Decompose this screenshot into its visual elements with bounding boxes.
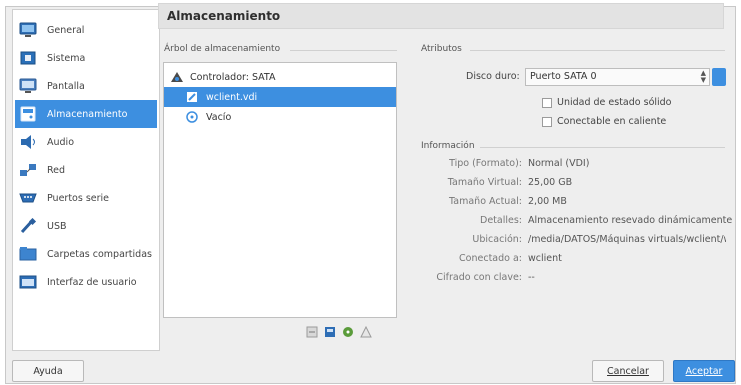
sidebar-item-interfaz-de-usuario[interactable]: Interfaz de usuario xyxy=(15,268,157,296)
disk-port-select[interactable]: Puerto SATA 0 ▲ ▼ xyxy=(525,68,710,86)
optical-disc-icon xyxy=(186,111,200,123)
sidebar-item-general[interactable]: General xyxy=(15,16,157,44)
info-key-actual-size: Tamaño Actual: xyxy=(449,196,522,207)
sidebar-item-sistema[interactable]: Sistema xyxy=(15,44,157,72)
remove-attachment-icon[interactable] xyxy=(305,325,319,339)
hard-disk-icon xyxy=(186,91,200,103)
page-header: Almacenamiento xyxy=(158,3,724,29)
info-key-location: Ubicación: xyxy=(472,234,522,245)
sidebar-item-puertos-serie[interactable]: Puertos serie xyxy=(15,184,157,212)
remove-controller-icon[interactable] xyxy=(359,325,373,339)
choose-disk-icon[interactable] xyxy=(712,68,726,86)
storage-tree[interactable]: Controlador: SATA wclient.vdi Vacío xyxy=(163,62,397,318)
add-optical-drive-icon[interactable] xyxy=(341,325,355,339)
hotplug-checkbox[interactable] xyxy=(542,117,552,127)
tree-item-label: Vacío xyxy=(206,111,232,123)
info-key-type: Tipo (Formato): xyxy=(449,158,522,169)
disk-port-value: Puerto SATA 0 xyxy=(530,71,597,82)
sidebar-item-carpetas-compartidas[interactable]: Carpetas compartidas xyxy=(15,240,157,268)
info-key-encryption: Cifrado con clave: xyxy=(436,272,522,283)
sidebar-item-label: USB xyxy=(47,220,67,232)
sidebar-item-audio[interactable]: Audio xyxy=(15,128,157,156)
tree-item-wclient-vdi[interactable]: wclient.vdi xyxy=(164,87,396,107)
sidebar-item-almacenamiento[interactable]: Almacenamiento xyxy=(15,100,157,128)
info-key-attached-to: Conectado a: xyxy=(459,253,522,264)
info-value-location: /media/DATOS/Máquinas virtuals/wclient/w… xyxy=(528,234,726,245)
cancel-button[interactable]: Cancelar xyxy=(592,360,664,382)
chip-icon xyxy=(19,49,37,67)
page-title: Almacenamiento xyxy=(167,9,281,23)
storage-tree-title: Árbol de almacenamiento xyxy=(164,44,281,54)
sidebar-item-label: General xyxy=(47,24,85,36)
tree-item-vacio[interactable]: Vacío xyxy=(164,107,396,127)
sidebar-item-red[interactable]: Red xyxy=(15,156,157,184)
sidebar-item-label: Carpetas compartidas xyxy=(47,248,152,260)
settings-sidebar: General Sistema Pantalla Almacenamiento … xyxy=(12,9,160,351)
spin-arrows-icon: ▲ ▼ xyxy=(700,69,706,84)
sidebar-item-usb[interactable]: USB xyxy=(15,212,157,240)
ssd-label: Unidad de estado sólido xyxy=(557,97,672,108)
display-icon xyxy=(19,77,37,95)
serial-port-icon xyxy=(19,189,37,207)
cancel-button-label: Cancelar xyxy=(607,365,649,377)
info-value-encryption: -- xyxy=(528,272,535,283)
storage-icon xyxy=(19,105,37,123)
info-value-type: Normal (VDI) xyxy=(528,158,590,169)
sidebar-item-label: Puertos serie xyxy=(47,192,110,204)
accept-button-label: Aceptar xyxy=(685,365,723,377)
help-button-label: Ayuda xyxy=(33,365,63,377)
divider xyxy=(470,50,725,51)
add-hard-disk-icon[interactable] xyxy=(323,325,337,339)
controller-icon xyxy=(170,71,184,83)
usb-icon xyxy=(19,217,37,235)
help-button[interactable]: Ayuda xyxy=(12,360,84,382)
user-interface-icon xyxy=(19,273,37,291)
info-value-attached-to: wclient xyxy=(528,253,562,264)
sidebar-item-label: Red xyxy=(47,164,66,176)
disk-label: Disco duro: xyxy=(466,71,520,82)
ssd-checkbox[interactable] xyxy=(542,98,552,108)
sidebar-item-label: Almacenamiento xyxy=(47,108,128,120)
info-value-details: Almacenamiento resevado dinámicamente xyxy=(528,215,733,226)
accept-button[interactable]: Aceptar xyxy=(673,360,735,382)
tree-item-label: wclient.vdi xyxy=(206,91,258,103)
divider xyxy=(480,147,725,148)
attributes-title: Atributos xyxy=(421,44,462,54)
tree-controller-label: Controlador: SATA xyxy=(190,71,276,83)
sidebar-item-label: Audio xyxy=(47,136,75,148)
sidebar-item-label: Pantalla xyxy=(47,80,85,92)
divider xyxy=(290,50,397,51)
sidebar-item-pantalla[interactable]: Pantalla xyxy=(15,72,157,100)
speaker-icon xyxy=(19,133,37,151)
tree-controller-sata[interactable]: Controlador: SATA xyxy=(164,67,396,87)
monitor-icon xyxy=(19,21,37,39)
shared-folder-icon xyxy=(19,245,37,263)
info-key-virtual-size: Tamaño Virtual: xyxy=(447,177,522,188)
information-title: Información xyxy=(421,141,475,151)
info-key-details: Detalles: xyxy=(480,215,522,226)
network-icon xyxy=(19,161,37,179)
sidebar-item-label: Interfaz de usuario xyxy=(47,276,137,288)
hotplug-label: Conectable en caliente xyxy=(557,116,667,127)
info-value-virtual-size: 25,00 GB xyxy=(528,177,573,188)
sidebar-item-label: Sistema xyxy=(47,52,86,64)
info-value-actual-size: 2,00 MB xyxy=(528,196,567,207)
